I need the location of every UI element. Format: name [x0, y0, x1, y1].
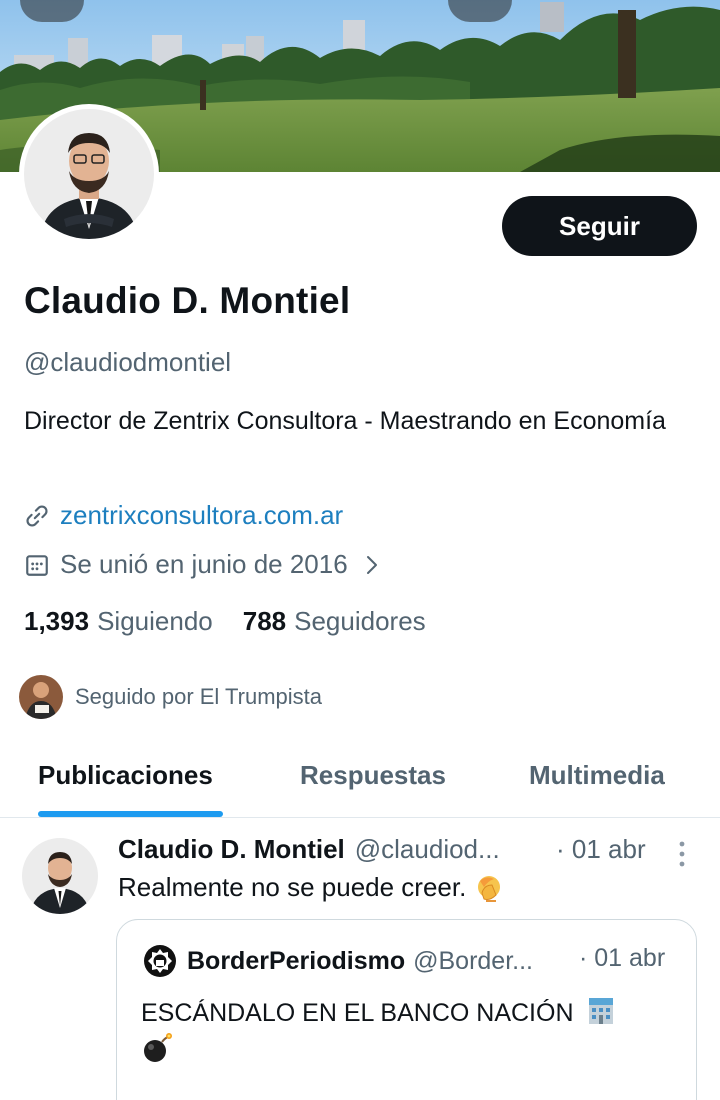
- active-tab-indicator: [38, 811, 223, 817]
- profile-tabs: Publicaciones Respuestas Multimedia: [0, 740, 720, 818]
- followers-count: 788: [242, 606, 287, 636]
- followed-by-text: Seguido por El Trumpista: [75, 684, 323, 709]
- tweet-date[interactable]: · 01 abr: [556, 834, 646, 865]
- joined-row[interactable]: Se unió en junio de 2016: [24, 549, 380, 580]
- joined-date: Se unió en junio de 2016: [60, 549, 348, 579]
- quoted-tweet-date: · 01 abr: [579, 944, 666, 972]
- more-vertical-icon[interactable]: [676, 840, 688, 868]
- quoted-tweet-text: ESCÁNDALO EN EL BANCO NACIÓN: [141, 999, 574, 1027]
- profile-name: Claudio D. Montiel: [24, 280, 351, 321]
- tab-respuestas[interactable]: Respuestas: [300, 760, 446, 791]
- tweet-author-name[interactable]: Claudio D. Montiel: [118, 834, 345, 865]
- profile-avatar[interactable]: [19, 104, 159, 244]
- calendar-icon: [26, 554, 48, 576]
- follow-counts: 1,393 Siguiendo 788 Seguidores: [24, 606, 426, 637]
- followers-label: Seguidores: [294, 606, 426, 636]
- tab-publicaciones[interactable]: Publicaciones: [38, 760, 213, 791]
- quoted-author-handle: @Border...: [413, 946, 533, 975]
- follow-button[interactable]: Seguir: [502, 196, 697, 256]
- chevron-right-icon[interactable]: [364, 554, 380, 576]
- profile-handle: @claudiodmontiel: [24, 347, 232, 377]
- website-row[interactable]: zentrixconsultora.com.ar: [24, 500, 343, 531]
- website-link[interactable]: zentrixconsultora.com.ar: [60, 500, 343, 531]
- following-label: Siguiendo: [97, 606, 213, 636]
- tweet-author-avatar[interactable]: [22, 838, 98, 914]
- follower-avatar: [19, 675, 63, 719]
- bank-emoji: [589, 998, 614, 1024]
- following-link[interactable]: 1,393 Siguiendo: [24, 606, 213, 637]
- tweet-author-handle[interactable]: @claudiod...: [355, 834, 500, 865]
- tweet-text: Realmente no se puede creer.: [118, 872, 467, 902]
- tweet-header: Claudio D. Montiel @claudiod...: [118, 834, 500, 865]
- followed-by-row[interactable]: Seguido por El Trumpista: [19, 675, 322, 719]
- facepalm-emoji: [478, 875, 501, 902]
- bomb-emoji: [144, 1033, 172, 1062]
- profile-bio: Director de Zentrix Consultora - Maestra…: [24, 407, 666, 435]
- tweet-body: Realmente no se puede creer.: [118, 872, 504, 903]
- link-icon: [26, 504, 48, 527]
- border-logo-icon: [144, 945, 176, 977]
- quoted-tweet-body: ESCÁNDALO EN EL BANCO NACIÓN: [141, 994, 681, 1075]
- quoted-tweet[interactable]: BorderPeriodismo @Border... · 01 abr ESC…: [116, 919, 697, 1100]
- tab-multimedia[interactable]: Multimedia: [529, 760, 665, 791]
- quoted-tweet-header: BorderPeriodismo @Border...: [143, 944, 533, 978]
- quoted-author-name: BorderPeriodismo: [187, 946, 406, 975]
- followers-link[interactable]: 788 Seguidores: [243, 606, 426, 637]
- following-count: 1,393: [24, 606, 90, 636]
